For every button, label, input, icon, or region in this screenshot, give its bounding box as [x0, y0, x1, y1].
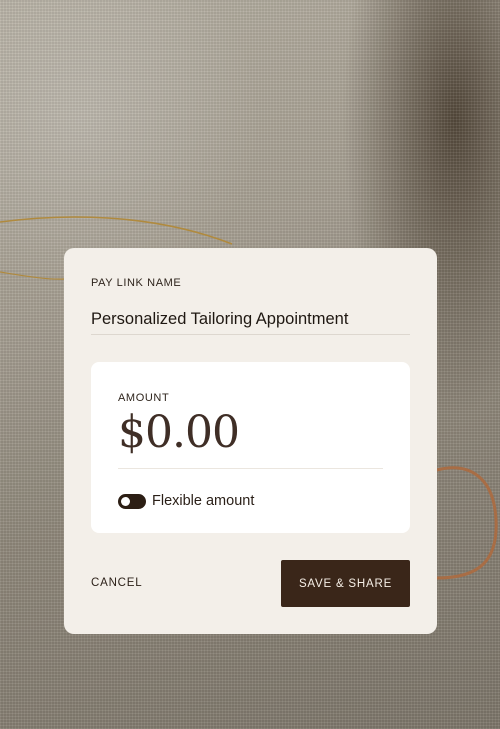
name-divider [91, 334, 410, 335]
save-share-button[interactable]: SAVE & SHARE [281, 560, 410, 607]
cancel-button[interactable]: CANCEL [91, 577, 142, 589]
amount-input[interactable]: $0.00 [118, 407, 240, 458]
amount-panel: AMOUNT $0.00 Flexible amount [91, 362, 410, 533]
pay-link-name-label: PAY LINK NAME [91, 277, 182, 289]
flexible-amount-label: Flexible amount [152, 493, 255, 509]
pay-link-name-input[interactable]: Personalized Tailoring Appointment [91, 310, 348, 329]
amount-label: AMOUNT [118, 392, 170, 404]
flexible-amount-toggle[interactable] [118, 494, 146, 509]
amount-divider [118, 468, 383, 469]
pay-link-dialog: PAY LINK NAME Personalized Tailoring App… [64, 248, 437, 634]
toggle-knob [121, 497, 130, 506]
